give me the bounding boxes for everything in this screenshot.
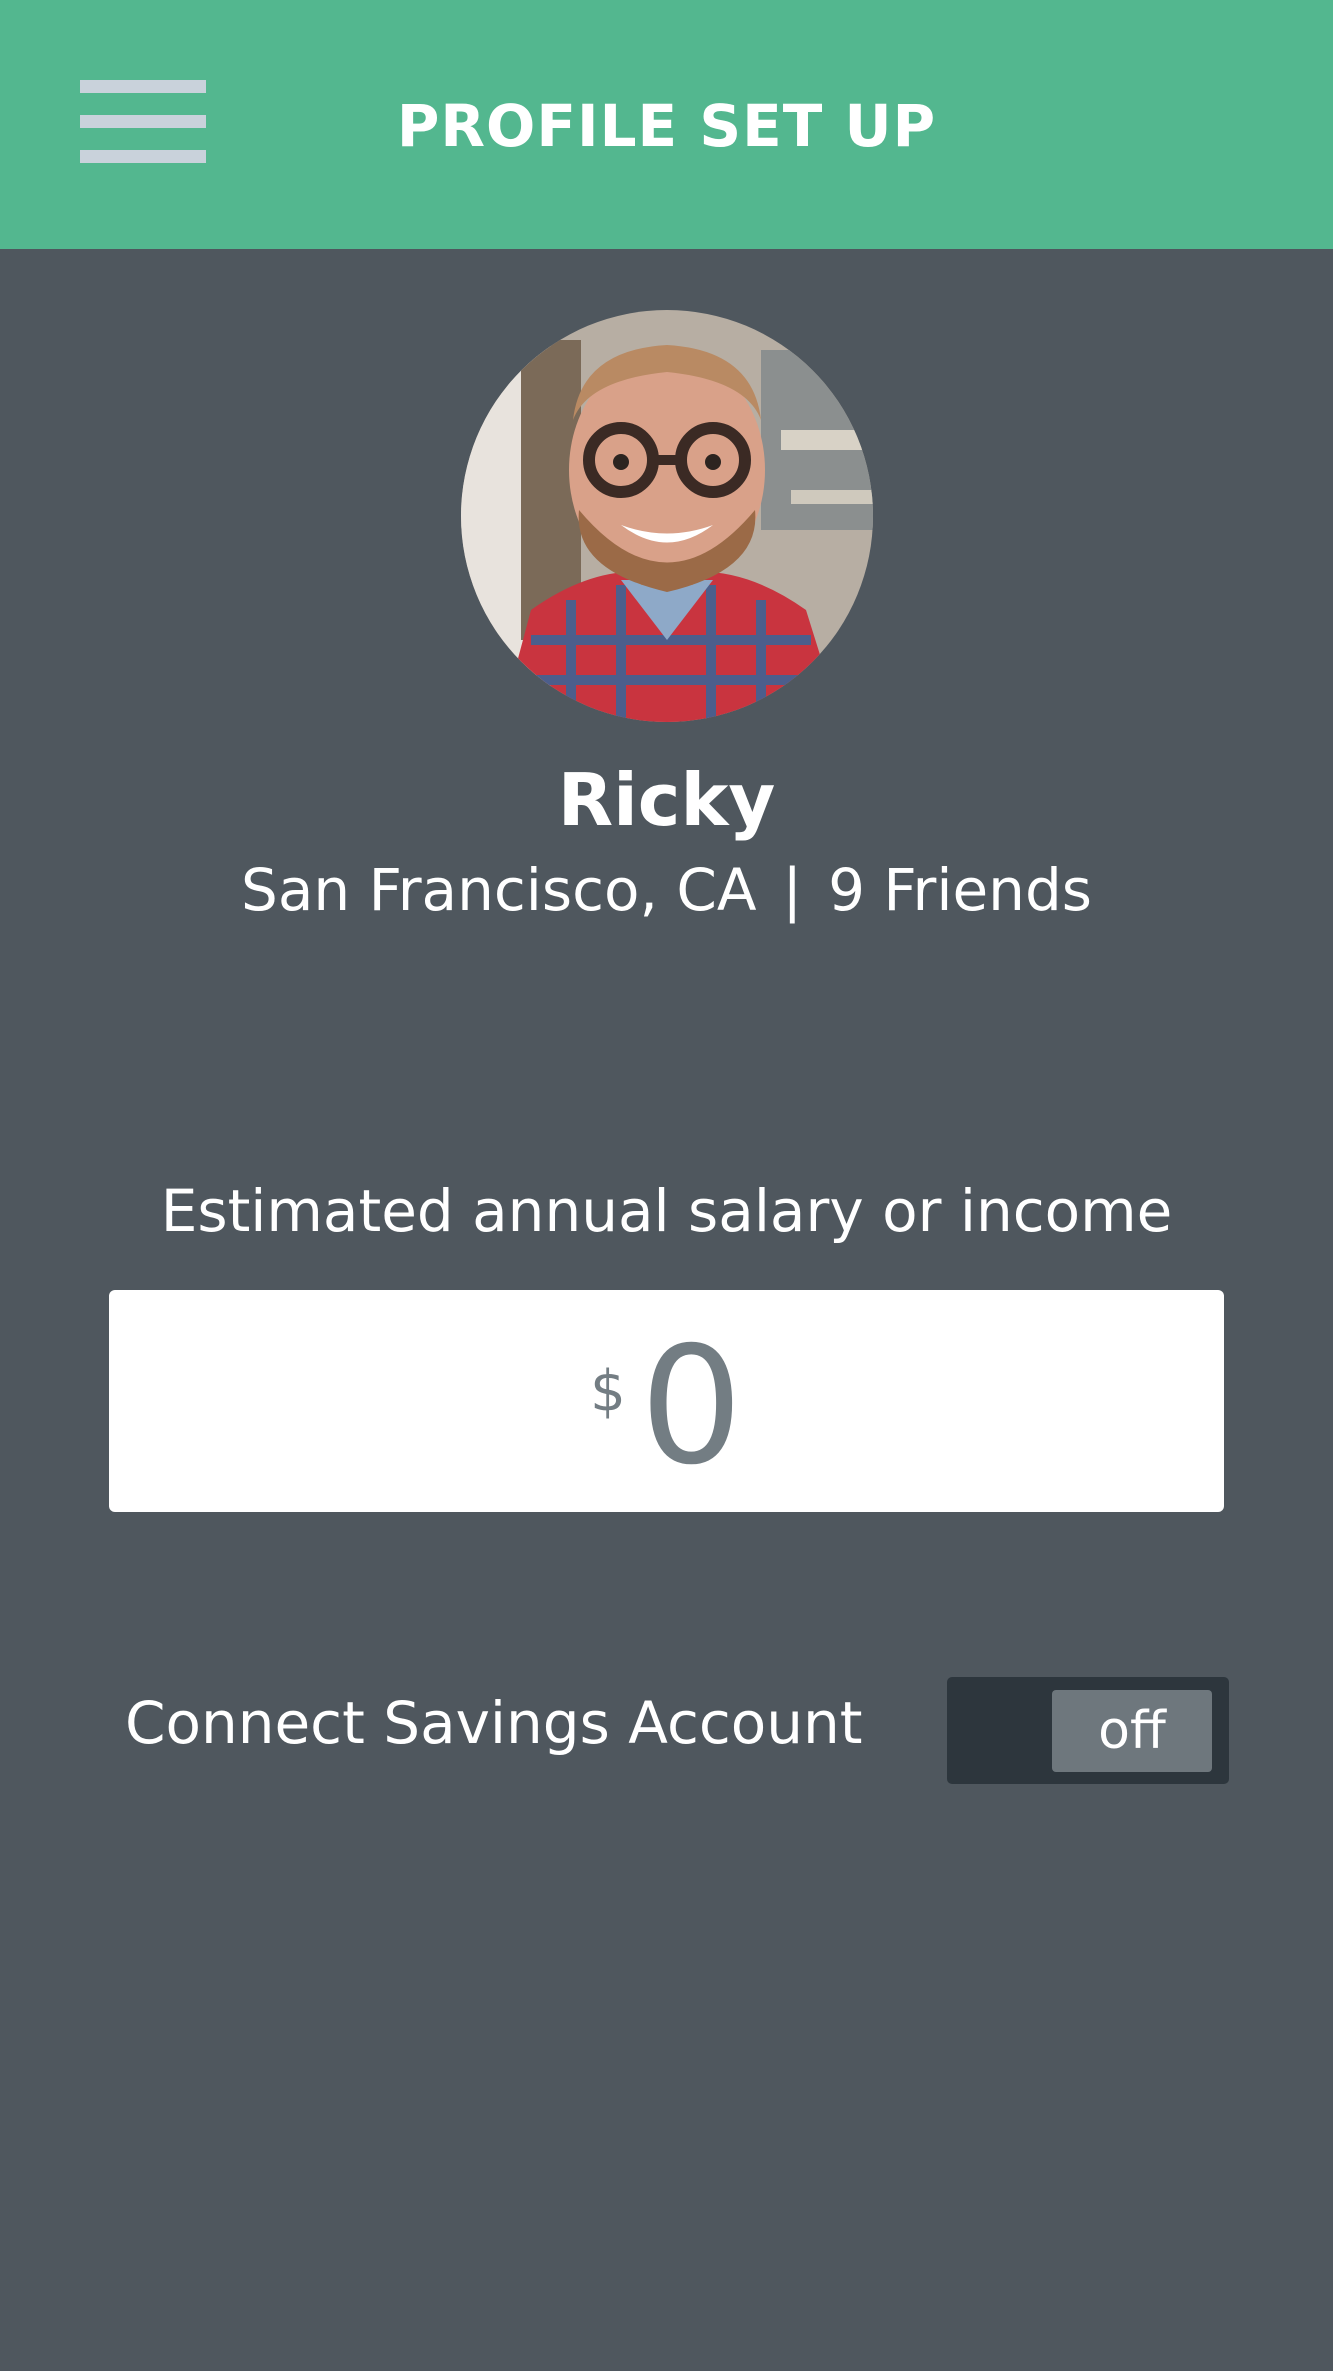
toggle-knob: off <box>1052 1690 1212 1772</box>
income-label: Estimated annual salary or income <box>160 1177 1173 1245</box>
meta-separator: | <box>782 856 803 924</box>
connect-savings-toggle[interactable]: off <box>947 1677 1229 1784</box>
income-input[interactable]: $ 0 <box>109 1290 1224 1512</box>
page-title: PROFILE SET UP <box>396 92 937 160</box>
avatar-photo <box>461 310 873 722</box>
connect-savings-label: Connect Savings Account <box>125 1689 863 1757</box>
avatar[interactable] <box>461 310 873 722</box>
profile-meta: San Francisco, CA | 9 Friends <box>0 852 1333 928</box>
currency-symbol: $ <box>590 1358 626 1424</box>
income-value: 0 <box>639 1313 743 1501</box>
income-value-wrap: $ 0 <box>109 1290 1224 1512</box>
friends-count[interactable]: 9 Friends <box>828 856 1092 924</box>
profile-location: San Francisco, CA <box>241 856 757 924</box>
app-header: PROFILE SET UP <box>0 0 1333 249</box>
profile-name: Ricky <box>557 758 776 842</box>
